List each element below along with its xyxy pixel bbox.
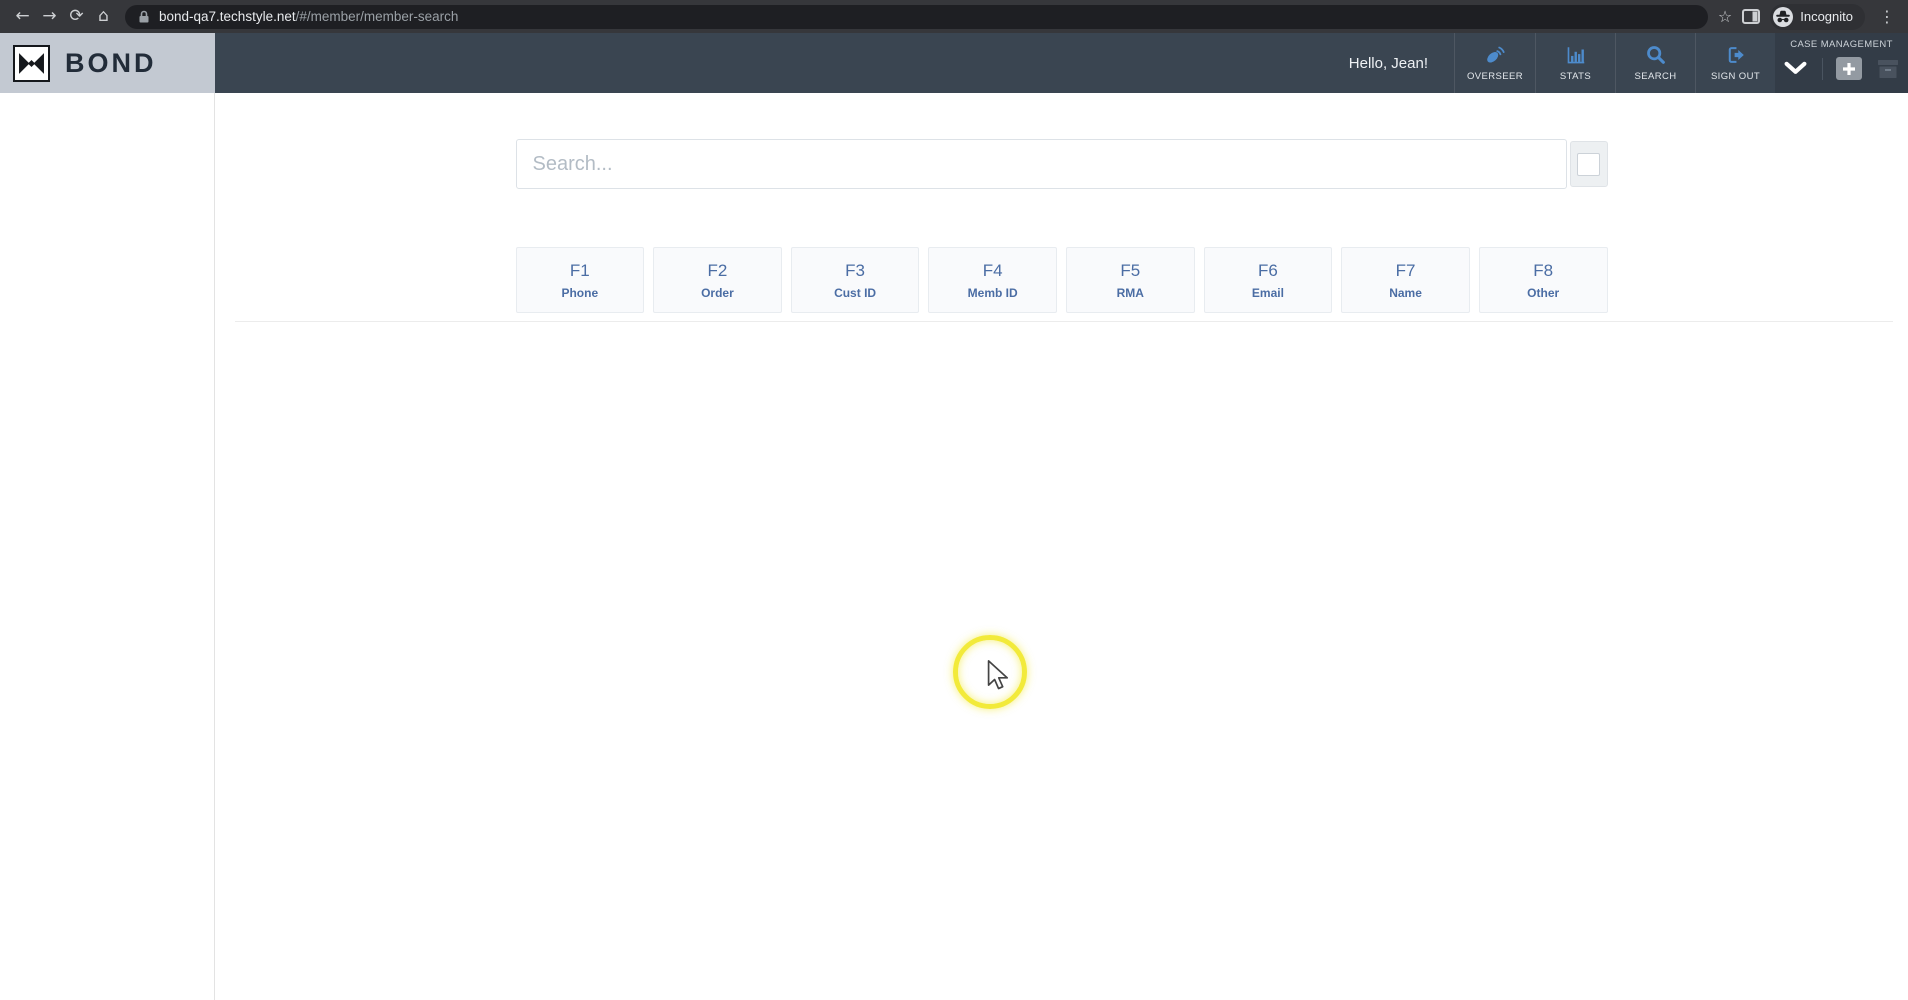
bookmark-star-icon[interactable]: ☆ <box>1718 7 1732 26</box>
stats-chart-icon <box>1565 44 1587 66</box>
nav-item-label: SIGN OUT <box>1710 71 1761 82</box>
address-bar[interactable]: bond-qa7.techstyle.net/#/member/member-s… <box>125 4 1708 29</box>
case-management-controls <box>1780 57 1903 80</box>
hotkey-key: F4 <box>982 260 1003 280</box>
nav-item-sign-out[interactable]: SIGN OUT <box>1695 33 1775 93</box>
nav-item-label: OVERSEER <box>1467 71 1523 82</box>
hotkey-rma-button[interactable]: F5 RMA <box>1066 247 1195 313</box>
main-content: F1 Phone F2 Order F3 Cust ID F4 Memb ID … <box>215 93 1908 1000</box>
nav-item-label: STATS <box>1559 71 1592 82</box>
hotkey-key: F5 <box>1120 260 1141 280</box>
brand[interactable]: BOND <box>0 33 215 93</box>
hotkey-label: Memb ID <box>967 285 1018 300</box>
browser-toolbar-right: ☆ Incognito ⋮ <box>1718 3 1899 30</box>
hotkey-email-button[interactable]: F6 Email <box>1203 247 1333 313</box>
hotkey-label: Phone <box>561 285 599 300</box>
divider <box>1821 57 1823 80</box>
search-icon <box>1645 44 1667 66</box>
side-panel-icon[interactable] <box>1742 9 1761 24</box>
left-sidebar <box>0 93 215 1000</box>
back-icon[interactable]: ← <box>9 0 36 33</box>
hotkey-key: F2 <box>707 260 728 280</box>
nav-item-overseer[interactable]: OVERSEER <box>1454 33 1535 93</box>
mouse-cursor <box>986 659 1010 696</box>
hotkey-key: F6 <box>1258 260 1278 280</box>
hotkey-label: RMA <box>1116 285 1144 300</box>
hotkey-label: Cust ID <box>834 285 877 300</box>
hotkey-label: Email <box>1251 285 1284 300</box>
hotkey-label: Order <box>701 285 734 300</box>
hotkey-memb-id-button[interactable]: F4 Memb ID <box>928 247 1057 313</box>
hotkey-other-button[interactable]: F8 Other <box>1478 247 1608 313</box>
url-domain: bond-qa7.techstyle.net <box>159 9 296 24</box>
archive-box-icon[interactable] <box>1876 59 1900 79</box>
hotkey-label: Other <box>1527 285 1560 300</box>
url-path: /#/member/member-search <box>295 9 459 24</box>
sign-out-icon <box>1725 44 1747 66</box>
nav-item-label: SEARCH <box>1634 71 1677 82</box>
browser-toolbar: ← → ⟳ ⌂ bond-qa7.techstyle.net/#/member/… <box>0 0 1908 33</box>
checkbox-square-icon <box>1577 152 1600 176</box>
nav-item-search[interactable]: SEARCH <box>1615 33 1695 93</box>
search-input[interactable] <box>515 139 1567 189</box>
search-row <box>515 139 1608 189</box>
hotkey-key: F3 <box>845 260 865 280</box>
case-management-title: CASE MANAGEMENT <box>1790 39 1893 50</box>
case-management-panel: CASE MANAGEMENT <box>1775 33 1908 93</box>
brand-name: BOND <box>65 47 157 78</box>
hotkey-order-button[interactable]: F2 Order <box>653 247 782 313</box>
incognito-badge[interactable]: Incognito <box>1770 3 1865 30</box>
add-case-button[interactable] <box>1836 57 1863 80</box>
hotkeys-row: F1 Phone F2 Order F3 Cust ID F4 Memb ID … <box>515 247 1608 313</box>
hotkey-cust-id-button[interactable]: F3 Cust ID <box>790 247 920 313</box>
incognito-label: Incognito <box>1800 9 1853 24</box>
navbar-right: Hello, Jean! OVERSEER STATS SEARCH SIGN … <box>1349 33 1908 93</box>
reload-icon[interactable]: ⟳ <box>63 0 90 33</box>
hotkey-key: F7 <box>1395 260 1416 280</box>
nav-item-stats[interactable]: STATS <box>1535 33 1615 93</box>
browser-menu-icon[interactable]: ⋮ <box>1875 7 1899 26</box>
lock-icon <box>138 10 150 24</box>
hotkey-key: F1 <box>569 260 590 280</box>
hotkey-label: Name <box>1389 285 1422 300</box>
forward-icon[interactable]: → <box>36 0 63 33</box>
screen: ← → ⟳ ⌂ bond-qa7.techstyle.net/#/member/… <box>0 0 1908 1000</box>
hotkey-key: F8 <box>1533 260 1554 280</box>
user-greeting: Hello, Jean! <box>1348 54 1428 72</box>
hotkey-name-button[interactable]: F7 Name <box>1341 247 1470 313</box>
incognito-avatar-icon <box>1773 6 1794 27</box>
home-icon[interactable]: ⌂ <box>90 0 117 33</box>
app-navbar: BOND Hello, Jean! OVERSEER STATS SEARCH … <box>0 33 1908 93</box>
overseer-dish-icon <box>1484 44 1506 66</box>
chevron-down-icon[interactable] <box>1783 61 1808 76</box>
page-body: F1 Phone F2 Order F3 Cust ID F4 Memb ID … <box>0 93 1908 1000</box>
hotkey-phone-button[interactable]: F1 Phone <box>515 247 645 313</box>
search-options-button[interactable] <box>1569 141 1608 187</box>
bond-bowtie-logo-icon <box>13 44 50 82</box>
divider <box>235 321 1893 322</box>
url-text: bond-qa7.techstyle.net/#/member/member-s… <box>159 9 458 24</box>
